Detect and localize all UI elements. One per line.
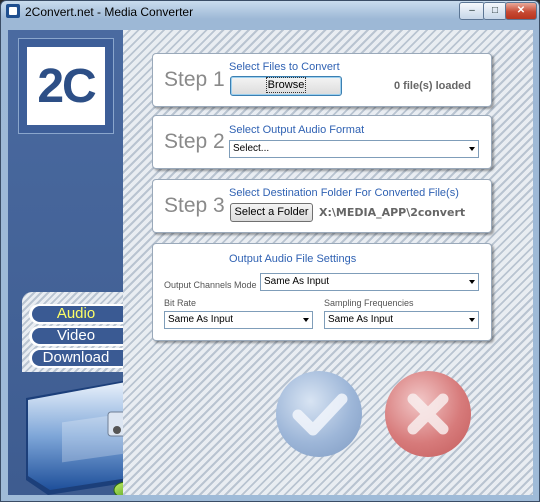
cross-icon — [407, 393, 449, 435]
app-window: 2Convert.net - Media Converter – □ ✕ 2C … — [0, 0, 540, 502]
logo-text: 2C — [37, 60, 96, 113]
minimize-button[interactable]: – — [459, 2, 485, 20]
close-icon: ✕ — [516, 5, 526, 16]
audio-format-value: Select... — [233, 143, 270, 154]
nav-video-label: Video — [56, 327, 96, 344]
files-loaded-status: 0 file(s) loaded — [394, 80, 472, 92]
logo: 2C — [18, 38, 114, 134]
chevron-down-icon — [469, 280, 475, 284]
left-panel: 2C Audio Video Download — [8, 30, 177, 495]
close-button[interactable]: ✕ — [505, 2, 537, 20]
chevron-down-icon — [469, 147, 475, 151]
maximize-button[interactable]: □ — [483, 2, 507, 20]
bitrate-value: Same As Input — [168, 314, 234, 325]
select-folder-label: Select a Folder — [234, 206, 309, 218]
nav-audio[interactable]: Audio — [29, 304, 123, 324]
settings-title: Output Audio File Settings — [229, 253, 357, 265]
main-area: Step 1 Select Files to Convert Browse 0 … — [123, 30, 533, 495]
step2-label: Step 2 — [164, 130, 225, 153]
step1-panel: Step 1 Select Files to Convert Browse 0 … — [152, 53, 492, 107]
browse-button-label: Browse — [265, 77, 307, 93]
nav-video[interactable]: Video — [29, 326, 123, 346]
title-bar[interactable]: 2Convert.net - Media Converter – □ ✕ — [1, 1, 539, 23]
step1-label: Step 1 — [164, 68, 225, 91]
channels-label: Output Channels Mode — [164, 280, 257, 290]
step2-panel: Step 2 Select Output Audio Format Select… — [152, 115, 492, 169]
chevron-down-icon — [469, 318, 475, 322]
sampling-select[interactable]: Same As Input — [324, 311, 479, 329]
channels-select[interactable]: Same As Input — [260, 273, 479, 291]
minimize-icon: – — [469, 5, 475, 16]
step3-label: Step 3 — [164, 194, 225, 217]
channels-value: Same As Input — [264, 276, 330, 287]
destination-path: X:\MEDIA_APP\2convert — [319, 206, 466, 219]
client-area: 2C Audio Video Download Step 1 Select Fi… — [8, 30, 533, 495]
sampling-value: Same As Input — [328, 314, 394, 325]
select-folder-button[interactable]: Select a Folder — [230, 203, 313, 222]
step3-panel: Step 3 Select Destination Folder For Con… — [152, 179, 492, 233]
cancel-button[interactable] — [385, 371, 471, 457]
audio-format-select[interactable]: Select... — [229, 140, 479, 158]
browse-button[interactable]: Browse — [230, 76, 342, 96]
bitrate-select[interactable]: Same As Input — [164, 311, 313, 329]
maximize-icon: □ — [491, 5, 499, 16]
sampling-label: Sampling Frequencies — [324, 298, 414, 308]
app-icon — [6, 4, 20, 18]
step1-caption: Select Files to Convert — [229, 61, 340, 73]
window-title: 2Convert.net - Media Converter — [25, 5, 194, 19]
settings-panel: Output Audio File Settings Output Channe… — [152, 243, 492, 341]
bitrate-label: Bit Rate — [164, 298, 197, 308]
step2-caption: Select Output Audio Format — [229, 124, 365, 136]
checkmark-icon — [292, 393, 348, 436]
chevron-down-icon — [303, 318, 309, 322]
convert-button[interactable] — [276, 371, 362, 457]
step3-caption: Select Destination Folder For Converted … — [229, 187, 459, 199]
nav-audio-label: Audio — [56, 305, 96, 322]
